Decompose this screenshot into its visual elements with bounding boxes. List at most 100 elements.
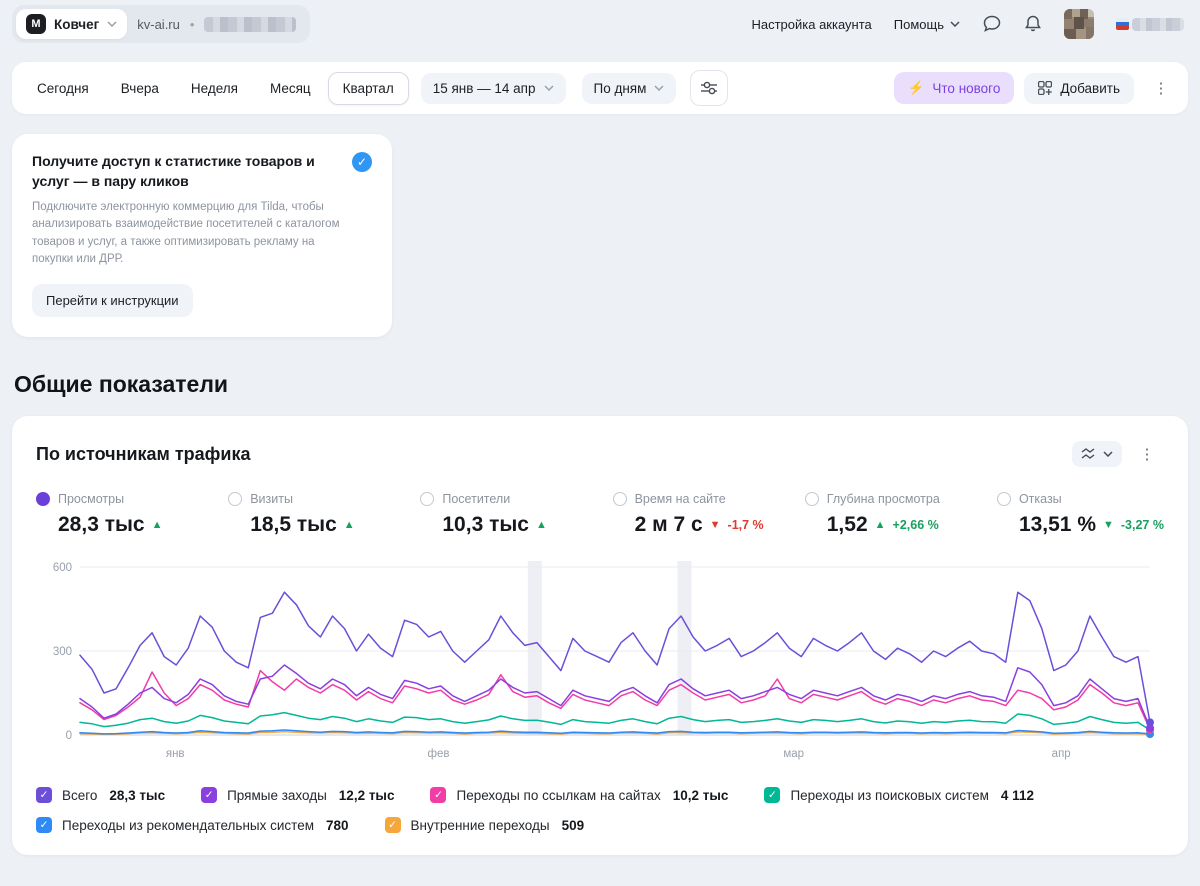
blurred-site-id	[204, 16, 297, 32]
svg-text:апр: апр	[1052, 748, 1071, 760]
legend-label: Всего	[62, 787, 98, 803]
legend-label: Внутренние переходы	[410, 817, 550, 833]
checkbox-icon[interactable]: ✓	[36, 787, 52, 804]
legend-item-direct[interactable]: ✓ Прямые заходы 12,2 тыс	[201, 787, 395, 804]
metric-value: 13,51 %	[1018, 513, 1096, 537]
trend-arrow-icon: ▲	[874, 519, 886, 532]
blurred-user-name[interactable]	[1116, 17, 1184, 31]
promo-title: Получите доступ к статистике товаров и у…	[32, 153, 315, 189]
lightning-icon: ⚡	[908, 80, 925, 95]
checkbox-icon[interactable]: ✓	[430, 787, 447, 804]
separator: •	[189, 16, 195, 32]
metric-depth[interactable]: Глубина просмотра 1,52 ▲ +2,66 %	[804, 492, 997, 537]
tab-quarter[interactable]: Квартал	[327, 71, 409, 105]
traffic-chart[interactable]: 0 300 600 янв фев мар апр	[36, 553, 1164, 765]
add-widget-icon	[1038, 81, 1053, 95]
chevron-down-icon	[1103, 451, 1113, 458]
help-label: Помощь	[893, 16, 944, 32]
chevron-down-icon	[543, 85, 554, 91]
flag-icon	[1116, 18, 1129, 30]
legend-item-recommendation[interactable]: ✓ Переходы из рекомендательных систем 78…	[36, 817, 349, 834]
trend-arrow-icon: ▲	[535, 519, 547, 532]
legend-label: Переходы из поисковых систем	[790, 787, 989, 803]
tab-month[interactable]: Месяц	[255, 72, 326, 105]
legend-item-site-links[interactable]: ✓ Переходы по ссылкам на сайтах 10,2 тыс	[430, 787, 729, 804]
chart-kebab-menu[interactable]: ⋮	[1130, 436, 1164, 472]
site-link[interactable]: kv-ai.ru	[137, 17, 180, 32]
counter-name: Ковчег	[54, 16, 100, 32]
metric-label: Глубина просмотра	[826, 492, 940, 507]
page: { "header": { "counter_name": "Ковчег", …	[0, 0, 1200, 886]
whats-new-button[interactable]: ⚡ Что нового	[894, 72, 1015, 104]
checkbox-icon[interactable]: ✓	[764, 787, 781, 804]
trend-arrow-icon: ▲	[343, 519, 355, 532]
segments-filter-button[interactable]	[690, 70, 729, 106]
metric-value: 10,3 тыс	[442, 513, 529, 537]
filters-toolbar: Сегодня Вчера Неделя Месяц Квартал 15 ян…	[12, 62, 1188, 114]
metric-label: Посетители	[442, 492, 511, 507]
card-title: По источникам трафика	[36, 443, 251, 464]
counter-selector[interactable]: М Ковчег	[16, 9, 128, 39]
check-badge-icon: ✓	[352, 152, 372, 172]
section-title: Общие показатели	[14, 371, 229, 398]
tab-today[interactable]: Сегодня	[22, 72, 104, 105]
grouping-select[interactable]: По дням	[581, 72, 677, 104]
toolbar-kebab-menu[interactable]: ⋮	[1144, 70, 1178, 106]
account-settings-link[interactable]: Настройка аккаунта	[751, 17, 871, 32]
tab-week[interactable]: Неделя	[176, 72, 253, 105]
metric-label: Отказы	[1018, 492, 1062, 507]
name-blur-bar	[1132, 17, 1184, 31]
metrica-logo-icon: М	[26, 14, 46, 34]
trend-arrow-icon: ▼	[1103, 519, 1114, 532]
header-right: Настройка аккаунта Помощь	[751, 9, 1184, 39]
svg-text:фев: фев	[428, 748, 450, 760]
legend-item-total[interactable]: ✓ Всего 28,3 тыс	[36, 787, 165, 804]
trend-arrow-icon: ▼	[709, 519, 721, 532]
top-bar: М Ковчег kv-ai.ru • Настройка аккаунта П…	[0, 0, 1200, 48]
metric-delta: +2,66 %	[892, 518, 939, 533]
metric-visitors[interactable]: Посетители 10,3 тыс ▲	[420, 492, 612, 537]
metric-views[interactable]: Просмотры 28,3 тыс ▲	[36, 492, 228, 537]
legend-value: 12,2 тыс	[338, 787, 395, 803]
metric-radio[interactable]	[36, 492, 50, 507]
bell-icon[interactable]	[1024, 14, 1042, 34]
legend-label: Переходы из рекомендательных систем	[62, 817, 314, 833]
metric-value: 18,5 тыс	[250, 513, 337, 537]
trend-arrow-icon: ▲	[151, 519, 163, 532]
legend-label: Переходы по ссылкам на сайтах	[456, 787, 661, 803]
metric-visits[interactable]: Визиты 18,5 тыс ▲	[228, 492, 420, 537]
legend-item-search[interactable]: ✓ Переходы из поисковых систем 4 112	[764, 787, 1034, 804]
metric-radio[interactable]	[612, 492, 627, 507]
chart-legend: ✓ Всего 28,3 тыс ✓ Прямые заходы 12,2 ты…	[36, 787, 1164, 834]
date-range-label: 15 янв — 14 апр	[432, 80, 536, 96]
metric-bounce[interactable]: Отказы 13,51 % ▼ -3,27 %	[996, 492, 1164, 537]
metric-label: Время на сайте	[634, 492, 726, 507]
metric-time-on-site[interactable]: Время на сайте 2 м 7 с ▼ -1,7 %	[612, 492, 805, 537]
metric-radio[interactable]	[228, 492, 243, 507]
metric-delta: -3,27 %	[1120, 518, 1164, 533]
checkbox-icon[interactable]: ✓	[36, 817, 52, 834]
promo-instruction-button[interactable]: Перейти к инструкции	[32, 284, 193, 318]
chat-icon[interactable]	[982, 14, 1002, 34]
help-link[interactable]: Помощь	[894, 17, 960, 32]
metric-radio[interactable]	[804, 492, 819, 507]
checkbox-icon[interactable]: ✓	[201, 787, 218, 804]
date-range-picker[interactable]: 15 янв — 14 апр	[420, 72, 566, 104]
legend-item-internal[interactable]: ✓ Внутренние переходы 509	[384, 817, 585, 834]
chevron-down-icon	[107, 21, 117, 27]
grouping-label: По дням	[593, 80, 647, 96]
metric-radio[interactable]	[996, 492, 1011, 507]
metric-radio[interactable]	[420, 492, 435, 507]
chevron-down-icon	[654, 85, 664, 91]
legend-value: 509	[561, 817, 585, 833]
tab-yesterday[interactable]: Вчера	[106, 72, 174, 105]
add-widget-button[interactable]: Добавить	[1024, 72, 1134, 104]
checkbox-icon[interactable]: ✓	[384, 817, 401, 834]
avatar[interactable]	[1064, 9, 1094, 39]
legend-label: Прямые заходы	[227, 787, 327, 803]
metric-label: Просмотры	[58, 492, 125, 507]
chart-view-toggle[interactable]	[1072, 441, 1122, 468]
metric-value: 2 м 7 с	[634, 513, 703, 537]
metric-value: 28,3 тыс	[58, 513, 145, 537]
legend-value: 10,2 тыс	[672, 787, 729, 803]
